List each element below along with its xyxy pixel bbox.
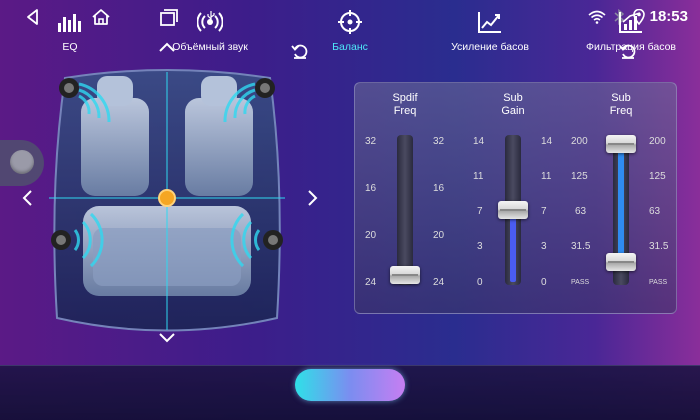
- tab-bass-filter[interactable]: Фильтрация басов: [578, 0, 684, 55]
- back-icon[interactable]: [22, 6, 44, 28]
- sub-freq-column: Sub Freq 200 125 63 31.5 PASS 200 125 63…: [571, 83, 671, 315]
- spdif-freq-title: Spdif Freq: [355, 92, 455, 118]
- equalizer-icon: [56, 8, 84, 36]
- sub-gain-fill: [510, 210, 516, 282]
- tick-label: 14: [473, 136, 485, 147]
- sub-gain-thumb[interactable]: [498, 201, 528, 219]
- tick-label: 63: [649, 206, 661, 217]
- tick-label: 11: [473, 171, 484, 182]
- balance-car-illustration[interactable]: [45, 68, 290, 336]
- spdif-freq-thumb[interactable]: [390, 266, 420, 284]
- sub-freq-track[interactable]: [606, 135, 636, 285]
- tab-label: EQ: [62, 41, 78, 53]
- bass-settings-panel: Spdif Freq 32 16 20 24 32 16 20 24 Sub G…: [354, 82, 677, 314]
- arrow-left-icon[interactable]: [14, 185, 40, 211]
- surround-icon: [196, 8, 224, 36]
- bass-boost-icon: [476, 8, 504, 36]
- tick-label: 24: [433, 277, 445, 288]
- tick-label: 3: [477, 241, 483, 252]
- tick-label: 0: [477, 277, 483, 288]
- tick-label: 200: [649, 136, 666, 147]
- spdif-freq-column: Spdif Freq 32 16 20 24 32 16 20 24: [355, 83, 455, 315]
- tick-label: 0: [541, 277, 547, 288]
- sub-freq-high-thumb[interactable]: [606, 135, 636, 153]
- sub-gain-track[interactable]: [498, 135, 528, 285]
- bass-filter-icon: [617, 8, 645, 36]
- tick-label: 11: [541, 171, 552, 182]
- tick-label: 20: [365, 230, 377, 241]
- title-line1: Spdif: [392, 92, 418, 104]
- balance-point: [158, 189, 176, 207]
- tab-label: Фильтрация басов: [586, 41, 676, 53]
- tick-label: 7: [477, 206, 483, 217]
- tick-label: PASS: [571, 279, 590, 286]
- tick-label: 16: [365, 183, 377, 194]
- tab-surround[interactable]: Объёмный звук: [160, 0, 260, 55]
- tick-label: 31.5: [571, 241, 591, 252]
- tab-label: Усиление басов: [451, 41, 529, 53]
- tick-label: 16: [433, 183, 445, 194]
- tick-label: 200: [571, 136, 588, 147]
- sub-freq-low-thumb[interactable]: [606, 253, 636, 271]
- sub-gain-title: Sub Gain: [463, 92, 563, 118]
- tab-label: Баланс: [332, 41, 368, 53]
- tick-label: 20: [433, 230, 445, 241]
- tick-label: 7: [541, 206, 547, 217]
- title-line1: Sub: [611, 92, 631, 104]
- tick-label: 125: [649, 171, 666, 182]
- tick-label: 3: [541, 241, 547, 252]
- title-line2: Freq: [609, 105, 633, 117]
- sub-freq-fill: [618, 145, 624, 265]
- active-tab-highlight: [295, 369, 405, 401]
- tick-label: 14: [541, 136, 553, 147]
- tick-label: 24: [365, 277, 377, 288]
- tick-label: PASS: [649, 279, 668, 286]
- tick-label: 125: [571, 171, 588, 182]
- sub-freq-title: Sub Freq: [571, 92, 671, 118]
- tick-label: 63: [575, 206, 587, 217]
- title-line2: Gain: [501, 105, 525, 117]
- sub-gain-column: Sub Gain 14 11 7 3 0 14 11 7 3 0: [463, 83, 563, 315]
- tab-label: Объёмный звук: [172, 41, 248, 53]
- tab-eq[interactable]: EQ: [45, 0, 95, 55]
- side-drawer-handle[interactable]: [0, 140, 44, 186]
- tab-bass-boost[interactable]: Усиление басов: [440, 0, 540, 55]
- title-line1: Sub: [503, 92, 523, 104]
- arrow-right-icon[interactable]: [300, 185, 326, 211]
- tick-label: 31.5: [649, 241, 669, 252]
- tick-label: 32: [365, 136, 377, 147]
- balance-target-icon: [336, 8, 364, 36]
- tab-balance[interactable]: Баланс: [300, 0, 400, 55]
- spdif-freq-track[interactable]: [390, 135, 420, 285]
- title-line2: Freq: [393, 105, 417, 117]
- tick-label: 32: [433, 136, 445, 147]
